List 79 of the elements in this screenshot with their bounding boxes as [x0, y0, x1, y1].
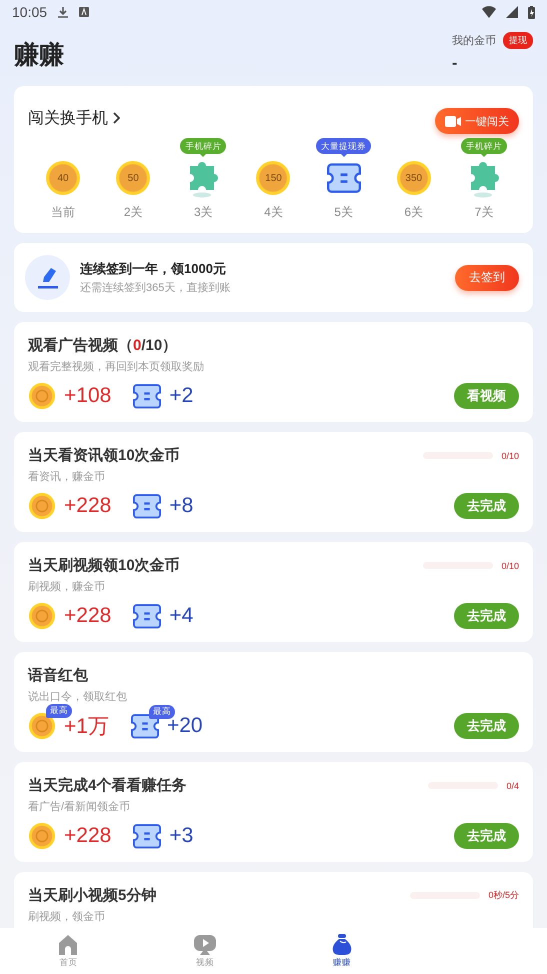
reward-tag: 大量提现券	[316, 138, 372, 154]
ticket-icon	[133, 602, 162, 630]
level-label: 7关	[474, 204, 494, 221]
pass-all-button[interactable]: 一键闯关	[435, 108, 519, 134]
withdraw-button[interactable]: 提现	[503, 32, 533, 49]
progress-reading: 0/10	[501, 560, 519, 570]
ticket-reward: +4	[169, 604, 194, 628]
ticket-reward: +3	[169, 824, 194, 848]
coin-icon	[28, 822, 56, 850]
level-label: 5关	[334, 204, 353, 221]
app-icon	[79, 7, 90, 17]
task-subtitle: 看广告/看新闻领金币	[28, 800, 132, 814]
section-title[interactable]: 闯关换手机	[28, 108, 108, 128]
level-label: 当前	[51, 204, 76, 221]
download-icon	[57, 6, 70, 18]
task-title: 当天完成4个看看赚任务	[28, 776, 186, 795]
max-badge: 最高	[46, 704, 72, 718]
task-button[interactable]: 去完成	[454, 713, 519, 739]
coin-reward: +228	[64, 604, 112, 628]
task-subtitle: 观看完整视频，再回到本页领取奖励	[28, 360, 205, 374]
task-title: 语音红包	[28, 666, 88, 685]
coin-icon	[28, 382, 56, 410]
coin-value: 50	[116, 161, 150, 195]
battery-icon	[528, 6, 535, 18]
coin-reward: +228	[64, 494, 112, 518]
page-title: 赚赚	[14, 40, 64, 71]
task-subtitle: 刷视频，赚金币	[28, 580, 106, 594]
task-subtitle: 刷视频，领金币	[28, 910, 106, 924]
task-button[interactable]: 看视频	[454, 383, 519, 409]
progress-reading: 0/4	[506, 780, 519, 790]
coin-icon	[28, 712, 56, 740]
money-bag-icon	[332, 934, 352, 956]
coin-value: 150	[256, 161, 290, 195]
signin-subtitle: 还需连续签到365天，直接到账	[80, 280, 232, 295]
coin-icon	[28, 492, 56, 520]
coin-icon	[28, 602, 56, 630]
task-button[interactable]: 去完成	[454, 493, 519, 519]
tab[interactable]: 首页	[0, 928, 137, 974]
progress-reading: 0/10	[501, 450, 519, 460]
ticket-icon	[133, 382, 162, 410]
ticket-icon	[133, 492, 162, 520]
task-subtitle: 看资讯，赚金币	[28, 470, 106, 484]
video-camera-icon	[445, 116, 461, 126]
task-subtitle: 说出口令，领取红包	[28, 690, 128, 704]
task-title: 观看广告视频（0/10）	[28, 336, 178, 355]
ticket-icon	[133, 822, 162, 850]
ticket-reward: +8	[169, 494, 194, 518]
task-button[interactable]: 去完成	[454, 823, 519, 849]
signal-icon	[506, 6, 518, 18]
pencil-icon	[36, 266, 60, 290]
reward-tag: 手机碎片	[180, 138, 226, 154]
coins-value: -	[452, 55, 458, 73]
level-label: 2关	[124, 204, 143, 221]
wifi-icon	[482, 6, 496, 18]
ticket-icon	[326, 162, 361, 194]
level-label: 3关	[194, 204, 213, 221]
task-title: 当天刷视频领10次金币	[28, 556, 180, 575]
reward-tag: 手机碎片	[460, 138, 507, 154]
coins-label: 我的金币	[452, 34, 496, 48]
level-label: 6关	[404, 204, 424, 221]
task-button[interactable]: 去完成	[454, 603, 519, 629]
coin-value: 350	[396, 161, 431, 195]
task-title: 当天刷小视频5分钟	[28, 886, 156, 905]
ticket-reward: +2	[169, 384, 194, 408]
play-icon	[193, 934, 218, 956]
chevron-right-icon[interactable]	[112, 112, 120, 124]
coin-value: 40	[46, 161, 80, 195]
coin-reward: +228	[64, 824, 112, 848]
tab[interactable]: 视频	[136, 928, 274, 974]
home-icon	[58, 934, 78, 956]
level-label: 4关	[264, 204, 283, 221]
tab[interactable]: 赚赚	[274, 928, 410, 974]
task-title: 当天看资讯领10次金币	[28, 446, 180, 465]
signin-title: 连续签到一年，领1000元	[80, 260, 227, 278]
status-time: 10:05	[12, 4, 48, 20]
signin-button[interactable]: 去签到	[455, 264, 519, 290]
max-badge: 最高	[148, 704, 175, 719]
progress-reading: 0秒/5分	[488, 889, 519, 902]
coin-reward: +108	[64, 384, 112, 408]
